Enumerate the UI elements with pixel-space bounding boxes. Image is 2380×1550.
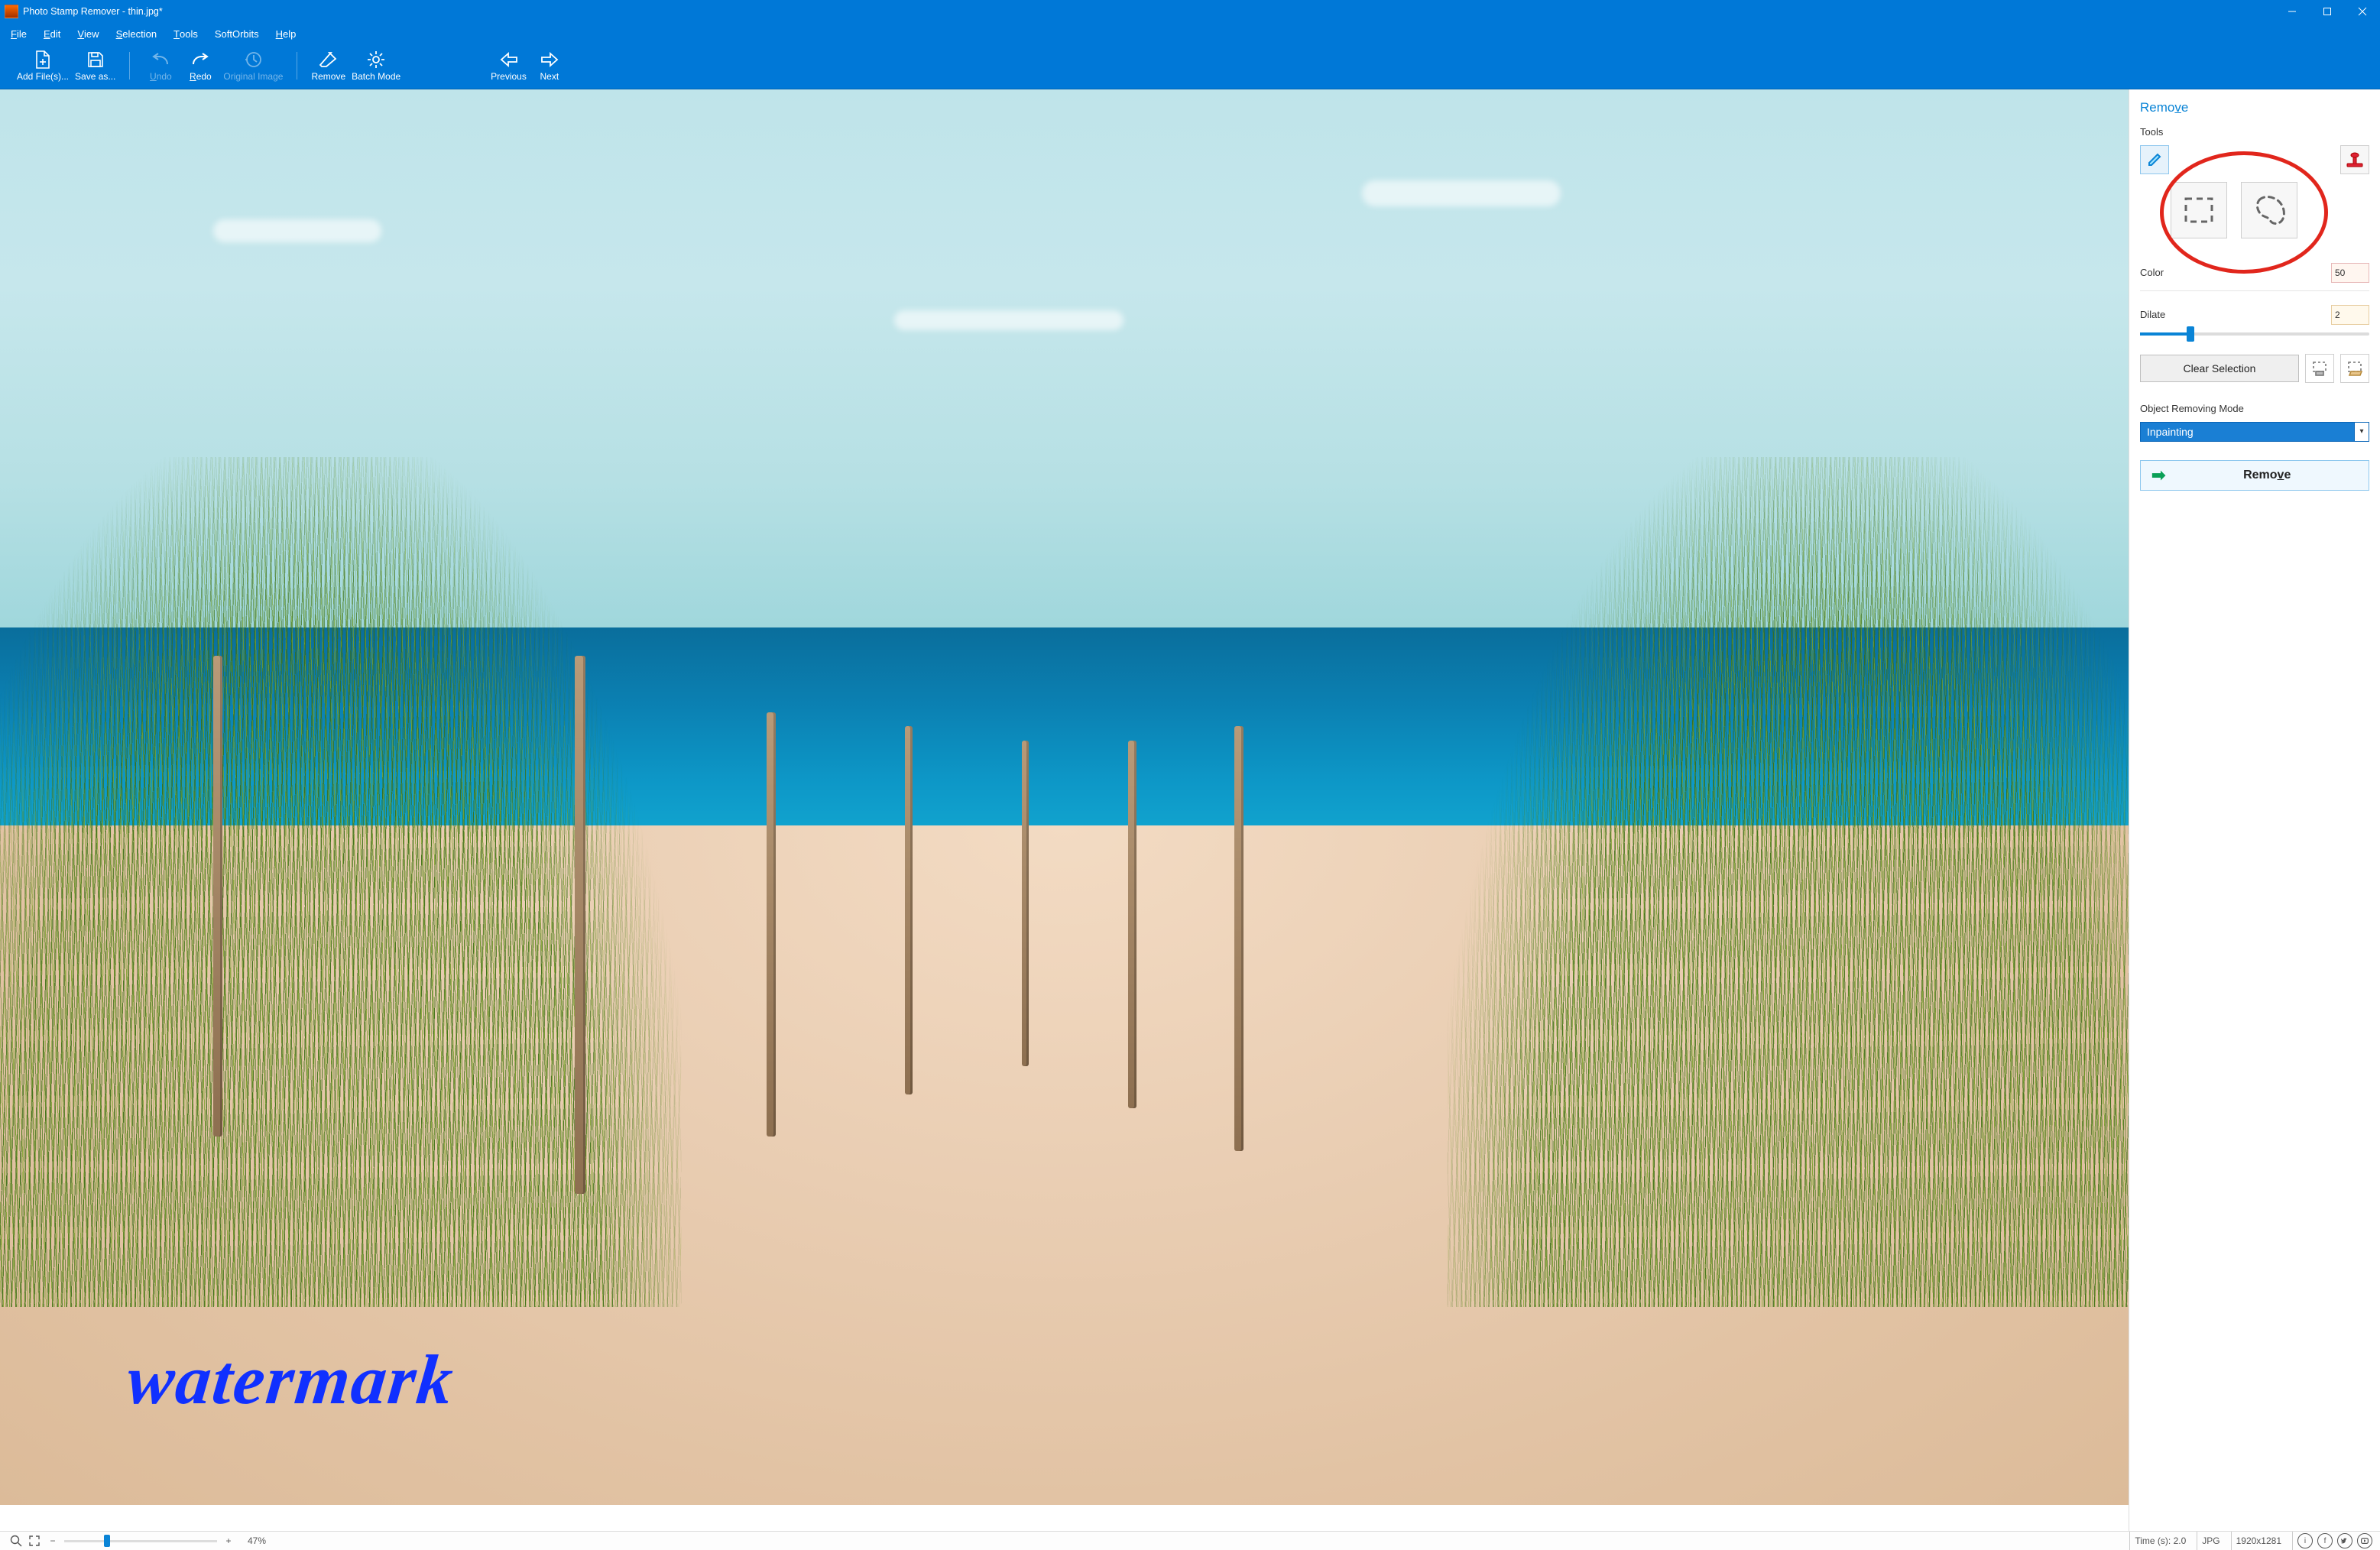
previous-button[interactable]: Previous <box>488 47 530 84</box>
canvas-footer-gap <box>0 1505 2129 1531</box>
info-icon[interactable]: i <box>2297 1533 2313 1548</box>
watermark-overlay: watermark <box>124 1339 459 1420</box>
zoom-percent: 47% <box>248 1535 266 1546</box>
tools-label: Tools <box>2140 126 2369 138</box>
gear-icon <box>365 49 387 70</box>
menu-file[interactable]: File <box>11 28 27 40</box>
remove-toolbar-label: Remove <box>311 72 345 83</box>
menu-softorbits[interactable]: SoftOrbits <box>215 28 259 40</box>
app-icon <box>5 5 18 18</box>
beach-image: watermark <box>0 89 2129 1505</box>
rectangle-select-icon <box>2181 193 2216 228</box>
mode-select[interactable]: Inpainting ▾ <box>2140 422 2369 442</box>
youtube-icon[interactable] <box>2357 1533 2372 1548</box>
status-format: JPG <box>2197 1532 2224 1550</box>
menu-help[interactable]: Help <box>276 28 297 40</box>
chevron-down-icon[interactable]: ▾ <box>2354 423 2369 441</box>
batch-mode-button[interactable]: Batch Mode <box>349 47 404 84</box>
load-selection-button[interactable] <box>2340 354 2369 383</box>
save-icon <box>85 49 106 70</box>
save-as-button[interactable]: Save as... <box>72 47 118 84</box>
dilate-slider[interactable] <box>2140 332 2369 336</box>
toolbar: Add File(s)... Save as... Undo <box>0 44 2380 89</box>
undo-icon <box>150 49 171 70</box>
maximize-button[interactable] <box>2310 0 2345 23</box>
color-label: Color <box>2140 267 2164 278</box>
status-bar: − + 47% Time (s): 2.0 JPG 1920x1281 i f <box>0 1531 2380 1550</box>
redo-icon <box>190 49 211 70</box>
minimize-button[interactable] <box>2275 0 2310 23</box>
clear-selection-button[interactable]: Clear Selection <box>2140 355 2299 382</box>
image-viewport[interactable]: watermark <box>0 89 2129 1505</box>
add-files-button[interactable]: Add File(s)... <box>14 47 72 84</box>
menu-edit[interactable]: Edit <box>44 28 60 40</box>
freeform-select-tool[interactable] <box>2241 182 2297 238</box>
zoom-in-button[interactable]: + <box>222 1534 235 1548</box>
arrow-right-green-icon: ➡ <box>2151 467 2165 484</box>
lasso-icon <box>2250 191 2288 229</box>
status-time: Time (s): 2.0 <box>2129 1532 2190 1550</box>
remove-toolbar-button[interactable]: Remove <box>308 47 349 84</box>
canvas-area: watermark <box>0 89 2129 1531</box>
batch-mode-label: Batch Mode <box>352 72 400 83</box>
menu-selection[interactable]: Selection <box>116 28 157 40</box>
title-bar: Photo Stamp Remover - thin.jpg* <box>0 0 2380 23</box>
mode-select-value: Inpainting <box>2141 423 2354 441</box>
mode-label: Object Removing Mode <box>2140 403 2369 414</box>
dilate-label: Dilate <box>2140 309 2165 320</box>
zoom-slider[interactable] <box>64 1540 217 1542</box>
clone-stamp-icon <box>2346 151 2364 168</box>
menu-tools[interactable]: Tools <box>173 28 198 40</box>
zoom-out-button[interactable]: − <box>46 1534 60 1548</box>
file-add-icon <box>32 49 54 70</box>
undo-button[interactable]: Undo <box>141 47 180 84</box>
close-button[interactable] <box>2345 0 2380 23</box>
original-image-button[interactable]: Original Image <box>220 47 286 84</box>
menu-view[interactable]: View <box>77 28 99 40</box>
arrow-left-icon <box>498 49 520 70</box>
rectangle-select-tool[interactable] <box>2171 182 2227 238</box>
add-files-label: Add File(s)... <box>17 72 69 83</box>
panel-heading: Remove <box>2140 100 2369 115</box>
previous-label: Previous <box>491 72 527 83</box>
clone-stamp-tool-button[interactable] <box>2340 145 2369 174</box>
side-panel: Remove Tools <box>2129 89 2380 1531</box>
save-as-label: Save as... <box>75 72 115 83</box>
save-selection-icon <box>2311 360 2328 377</box>
arrow-right-icon <box>539 49 560 70</box>
save-selection-button[interactable] <box>2305 354 2334 383</box>
next-label: Next <box>540 72 559 83</box>
marker-icon <box>2146 151 2163 168</box>
facebook-icon[interactable]: f <box>2317 1533 2333 1548</box>
twitter-icon[interactable] <box>2337 1533 2352 1548</box>
fit-screen-icon[interactable] <box>28 1534 41 1548</box>
dilate-value-input[interactable] <box>2331 305 2369 325</box>
original-image-label: Original Image <box>223 72 283 83</box>
eraser-icon <box>318 49 339 70</box>
redo-button[interactable]: Redo <box>180 47 220 84</box>
menu-bar: File Edit View Selection Tools SoftOrbit… <box>0 23 2380 44</box>
zoom-tool-icon[interactable] <box>9 1534 23 1548</box>
history-icon <box>242 49 264 70</box>
remove-button[interactable]: ➡ Remove <box>2140 460 2369 491</box>
next-button[interactable]: Next <box>530 47 569 84</box>
color-value-input[interactable] <box>2331 263 2369 283</box>
status-dimensions: 1920x1281 <box>2231 1532 2286 1550</box>
window-title: Photo Stamp Remover - thin.jpg* <box>23 6 163 17</box>
marker-tool-button[interactable] <box>2140 145 2169 174</box>
folder-open-icon <box>2346 360 2363 377</box>
